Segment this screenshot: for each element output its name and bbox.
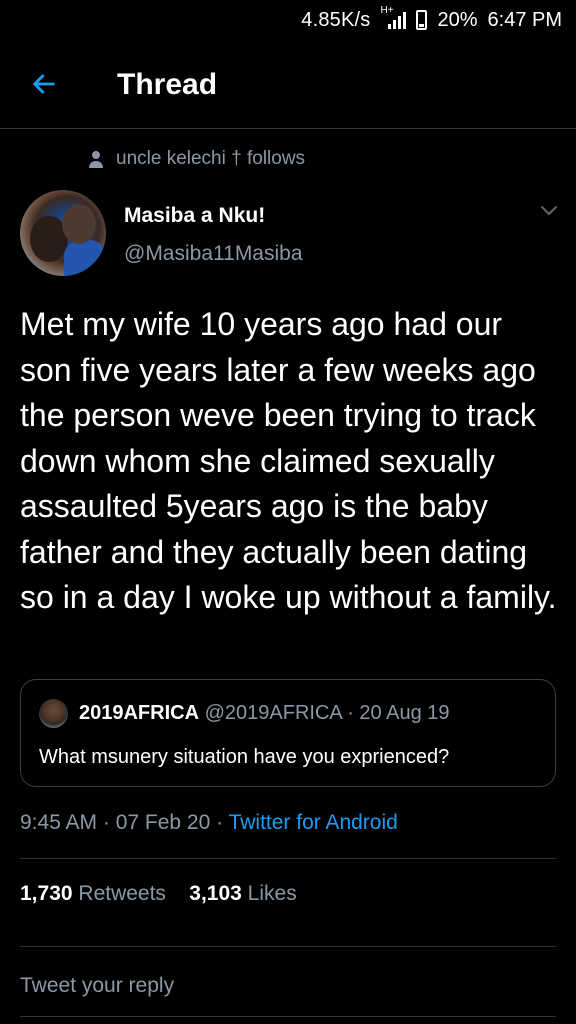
tweet-meta: 9:45 AM · 07 Feb 20 · Twitter for Androi… [20,811,398,835]
author-handle[interactable]: @Masiba11Masiba [124,242,303,266]
author-name[interactable]: Masiba a Nku! [124,204,265,228]
reply-input[interactable]: Tweet your reply [20,974,174,998]
divider [20,1016,556,1017]
retweets-count: 1,730 [20,882,73,905]
likes-label: Likes [241,882,297,905]
top-app-bar: Thread [0,40,576,129]
arrow-left-icon[interactable] [30,70,58,98]
tweet-stats: 1,730 Retweets 3,103 Likes [20,882,297,906]
chevron-down-icon[interactable] [540,205,558,217]
page-title: Thread [117,68,218,101]
tweet-timestamp: 9:45 AM · 07 Feb 20 · [20,811,229,834]
quoted-avatar [39,699,68,728]
likes-stat[interactable]: 3,103 Likes [189,882,296,905]
quoted-text: What msunery situation have you exprienc… [39,746,450,768]
tweet-source-link[interactable]: Twitter for Android [229,811,398,834]
divider [20,858,556,859]
retweets-stat[interactable]: 1,730 Retweets [20,882,166,905]
tweet-text: Met my wife 10 years ago had our son fiv… [20,306,557,615]
quoted-author-name: 2019AFRICA [79,702,200,724]
social-context[interactable]: uncle kelechi † follows [88,148,305,170]
person-icon [89,151,103,168]
retweets-label: Retweets [72,882,166,905]
battery-percent: 20% [437,8,478,31]
divider [20,946,556,947]
likes-count: 3,103 [189,882,242,905]
social-context-text: uncle kelechi † follows [116,148,306,169]
quoted-meta: @2019AFRICA · 20 Aug 19 [199,702,450,724]
status-bar: 4.85K/s H+ 20% 6:47 PM [0,0,576,40]
clock: 6:47 PM [487,8,562,31]
avatar[interactable] [20,190,106,276]
signal-icon: H+ [380,6,407,31]
battery-icon [416,10,428,30]
quoted-tweet[interactable]: 2019AFRICA @2019AFRICA · 20 Aug 19 What … [20,679,556,787]
quoted-header: 2019AFRICA @2019AFRICA · 20 Aug 19 [79,702,450,725]
network-speed: 4.85K/s [301,8,371,31]
